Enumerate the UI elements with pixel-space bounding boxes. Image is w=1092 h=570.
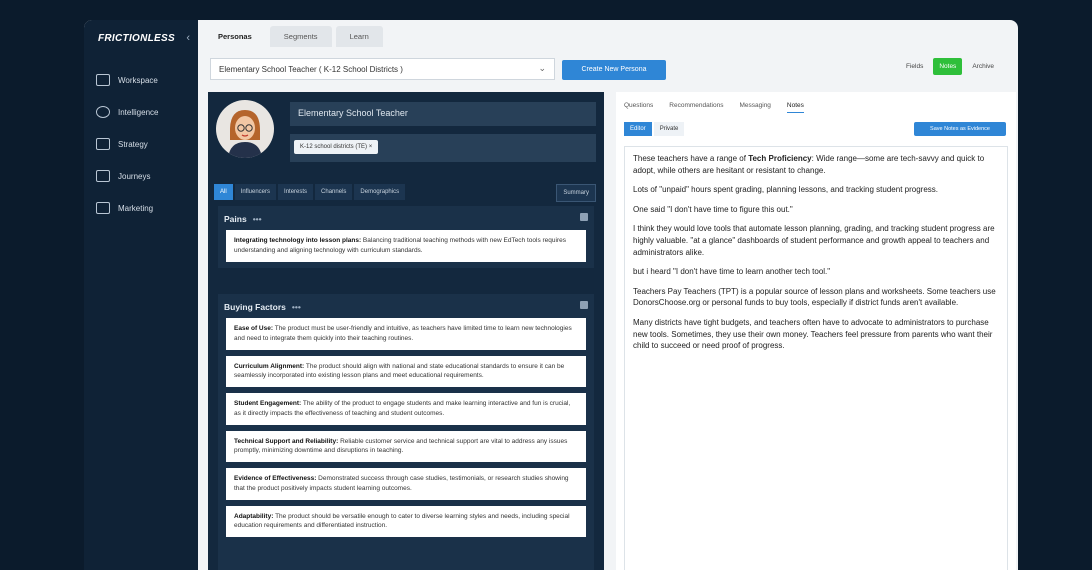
list-item[interactable]: Adaptability: The product should be vers… bbox=[226, 505, 586, 537]
sidebar-item-journeys[interactable]: Journeys bbox=[96, 160, 192, 192]
marketing-icon bbox=[96, 202, 110, 214]
sidebar-item-strategy[interactable]: Strategy bbox=[96, 128, 192, 160]
tab-editor[interactable]: Editor bbox=[624, 122, 652, 136]
toggle-fields[interactable]: Fields bbox=[900, 58, 929, 75]
filter-demographics[interactable]: Demographics bbox=[354, 184, 406, 200]
tab-learn[interactable]: Learn bbox=[335, 26, 383, 47]
app-window: FRICTIONLESS ‹ Workspace Intelligence St… bbox=[84, 20, 1018, 570]
list-item[interactable]: Student Engagement: The ability of the p… bbox=[226, 393, 586, 425]
filter-channels[interactable]: Channels bbox=[315, 184, 353, 200]
strategy-icon bbox=[96, 138, 110, 150]
tab-personas[interactable]: Personas bbox=[204, 26, 266, 47]
notes-panel: Questions Recommendations Messaging Note… bbox=[616, 92, 1016, 570]
tab-messaging[interactable]: Messaging bbox=[739, 102, 770, 113]
editor-tabs: Editor Private bbox=[624, 122, 685, 136]
persona-select[interactable]: Elementary School Teacher ( K-12 School … bbox=[210, 58, 555, 80]
sidebar-item-label: Marketing bbox=[118, 203, 154, 213]
sidebar-item-marketing[interactable]: Marketing bbox=[96, 192, 192, 224]
list-item[interactable]: Technical Support and Reliability: Relia… bbox=[226, 430, 586, 462]
tab-questions[interactable]: Questions bbox=[624, 102, 653, 113]
segment-chip[interactable]: K-12 school districts (TE) × bbox=[294, 140, 379, 154]
tab-notes[interactable]: Notes bbox=[786, 102, 804, 113]
journeys-icon bbox=[96, 170, 110, 182]
persona-panel: Elementary School Teacher K-12 school di… bbox=[208, 92, 604, 570]
note-paragraph: Lots of "unpaid" hours spent grading, pl… bbox=[633, 185, 938, 195]
more-icon[interactable]: ••• bbox=[253, 214, 262, 224]
more-icon[interactable]: ••• bbox=[292, 302, 301, 312]
segment-tag-field[interactable]: K-12 school districts (TE) × bbox=[290, 134, 596, 162]
sidebar-item-label: Strategy bbox=[118, 139, 148, 149]
list-item[interactable]: Curriculum Alignment: The product should… bbox=[226, 355, 586, 387]
list-item[interactable]: Integrating technology into lesson plans… bbox=[226, 230, 586, 262]
sidebar-item-label: Workspace bbox=[118, 75, 158, 85]
list-item[interactable]: Ease of Use: The product must be user-fr… bbox=[226, 318, 586, 350]
collapse-section-icon[interactable] bbox=[580, 213, 588, 221]
avatar bbox=[216, 100, 274, 158]
top-tabs: Personas Segments Learn bbox=[204, 26, 383, 47]
persona-name-field[interactable]: Elementary School Teacher bbox=[290, 102, 596, 126]
tab-private[interactable]: Private bbox=[653, 122, 685, 136]
sidebar-item-workspace[interactable]: Workspace bbox=[96, 64, 192, 96]
app-logo: FRICTIONLESS bbox=[98, 33, 175, 44]
create-new-persona-button[interactable]: Create New Persona bbox=[562, 60, 666, 80]
section-title: Pains ••• bbox=[224, 214, 262, 224]
sidebar-item-label: Journeys bbox=[118, 171, 151, 181]
buying-factors-section: Buying Factors ••• Ease of Use: The produ… bbox=[218, 294, 594, 570]
sidebar-item-label: Intelligence bbox=[118, 107, 159, 117]
right-tabs: Questions Recommendations Messaging Note… bbox=[624, 102, 804, 113]
workspace-icon bbox=[96, 74, 110, 86]
main-content: Personas Segments Learn Elementary Schoo… bbox=[198, 20, 1018, 570]
note-paragraph: Teachers Pay Teachers (TPT) is a popular… bbox=[633, 286, 996, 308]
note-paragraph: but i heard "I don't have time to learn … bbox=[633, 267, 831, 277]
tab-recommendations[interactable]: Recommendations bbox=[669, 102, 723, 113]
toggle-notes[interactable]: Notes bbox=[933, 58, 963, 75]
notes-editor[interactable]: These teachers have a range of Tech Prof… bbox=[624, 146, 1008, 570]
filter-influencers[interactable]: Influencers bbox=[234, 184, 277, 200]
close-icon[interactable]: × bbox=[369, 144, 373, 150]
note-paragraph: I think they would love tools that autom… bbox=[633, 224, 995, 257]
filter-tabs: All Influencers Interests Channels Demog… bbox=[214, 184, 406, 200]
tab-segments[interactable]: Segments bbox=[269, 26, 332, 47]
list-item[interactable]: Evidence of Effectiveness: Demonstrated … bbox=[226, 468, 586, 500]
filter-all[interactable]: All bbox=[214, 184, 233, 200]
toggle-archive[interactable]: Archive bbox=[966, 58, 1000, 75]
note-paragraph: Many districts have tight budgets, and t… bbox=[633, 317, 993, 351]
note-paragraph: One said "I don't have time to figure th… bbox=[633, 204, 793, 214]
view-toggle: Fields Notes Archive bbox=[900, 58, 1000, 75]
section-title: Buying Factors ••• bbox=[224, 302, 301, 312]
collapse-section-icon[interactable] bbox=[580, 301, 588, 309]
collapse-sidebar-icon[interactable]: ‹ bbox=[186, 32, 190, 44]
filter-interests[interactable]: Interests bbox=[278, 184, 314, 200]
chevron-down-icon: ⌄ bbox=[538, 63, 546, 73]
intelligence-icon bbox=[96, 106, 110, 118]
sidebar-nav: Workspace Intelligence Strategy Journeys… bbox=[96, 64, 192, 224]
sidebar-item-intelligence[interactable]: Intelligence bbox=[96, 96, 192, 128]
summary-button[interactable]: Summary bbox=[556, 184, 596, 202]
persona-select-value: Elementary School Teacher ( K-12 School … bbox=[219, 65, 403, 74]
sidebar: FRICTIONLESS ‹ Workspace Intelligence St… bbox=[84, 20, 198, 570]
pains-section: Pains ••• Integrating technology into les… bbox=[218, 206, 594, 268]
save-notes-button[interactable]: Save Notes as Evidence bbox=[914, 122, 1006, 136]
note-paragraph: These teachers have a range of Tech Prof… bbox=[633, 154, 985, 175]
segment-chip-label: K-12 school districts (TE) bbox=[300, 144, 368, 150]
